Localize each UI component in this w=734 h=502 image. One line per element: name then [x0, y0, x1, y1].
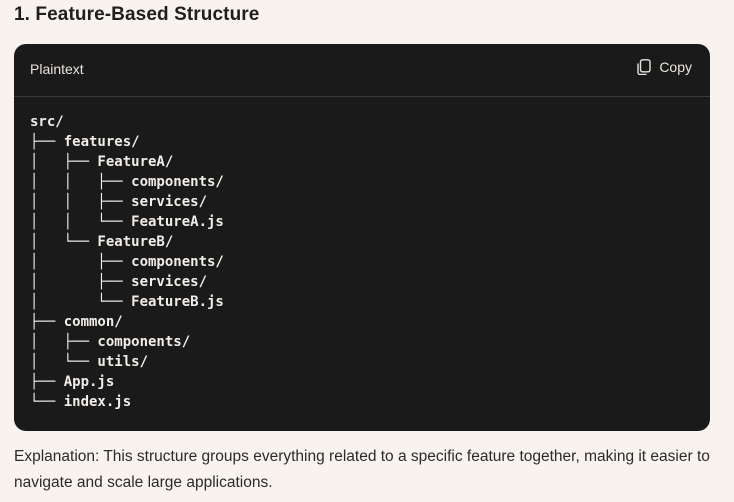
- explanation-text: Explanation: This structure groups every…: [14, 448, 710, 491]
- code-line: ├── features/: [30, 134, 140, 150]
- code-line: │ ├── FeatureA/: [30, 154, 174, 170]
- code-line: │ └── FeatureB.js: [30, 294, 224, 310]
- code-line: ├── App.js: [30, 374, 115, 390]
- code-line: │ │ ├── services/: [30, 194, 208, 210]
- code-line: │ │ └── FeatureA.js: [30, 214, 224, 230]
- code-line: │ │ ├── components/: [30, 174, 224, 190]
- copy-button-label: Copy: [659, 59, 692, 75]
- code-line: src/: [30, 114, 64, 130]
- code-language-label: Plaintext: [30, 61, 84, 77]
- code-block: Plaintext Copy src/ ├── features/ │ ├── Fe…: [14, 44, 710, 431]
- code-line: │ ├── services/: [30, 274, 208, 290]
- code-line: ├── common/: [30, 314, 123, 330]
- code-block-header: Plaintext Copy: [14, 44, 710, 97]
- section-heading: 1. Feature-Based Structure: [14, 4, 260, 25]
- code-content[interactable]: src/ ├── features/ │ ├── FeatureA/ │ │ ├── …: [30, 112, 224, 412]
- code-line: │ ├── components/: [30, 334, 191, 350]
- code-line: └── index.js: [30, 394, 132, 410]
- code-line: │ ├── components/: [30, 254, 224, 270]
- copy-icon: [637, 59, 652, 75]
- copy-button[interactable]: Copy: [637, 59, 692, 75]
- code-line: │ └── FeatureB/: [30, 234, 174, 250]
- code-line: │ └── utils/: [30, 354, 149, 370]
